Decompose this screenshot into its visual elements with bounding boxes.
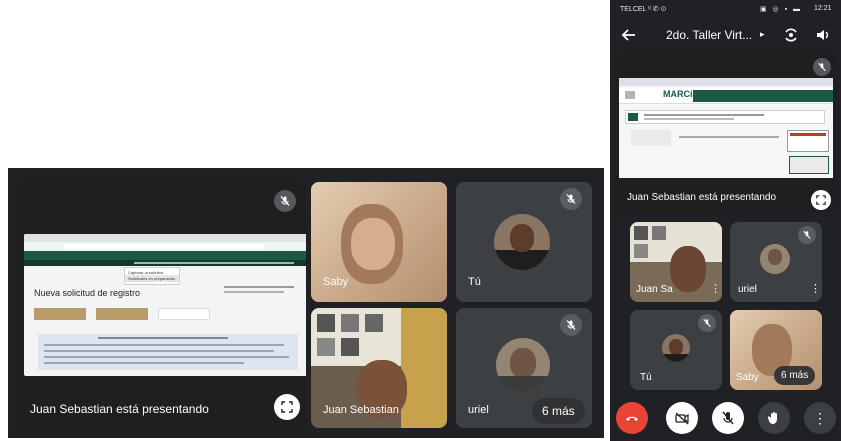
mic-off-icon [798, 226, 816, 244]
presentation-tile[interactable]: Capturar la solicitud Solicitudes en pre… [16, 182, 306, 428]
mic-off-icon [560, 188, 582, 210]
presenter-label: Juan Sebastian está presentando [30, 402, 209, 416]
participant-name: uriel [738, 284, 757, 295]
fullscreen-icon[interactable] [811, 190, 831, 210]
chevron-right-icon[interactable]: ▸ [760, 29, 765, 40]
phone-meet-window: TELCEL ᵗˡ ✆ ⊙ ▣ ◎ ▪ ▬ 12:21 2do. Taller … [610, 0, 841, 441]
phone-tile-self[interactable]: Tú [630, 310, 722, 390]
participant-name: Tú [468, 276, 481, 288]
participant-name: uriel [468, 404, 489, 416]
participant-name: Juan Sa [636, 284, 673, 295]
end-call-button[interactable] [616, 402, 648, 434]
more-vert-icon: ⋮ [813, 409, 827, 426]
participant-tile-self[interactable]: Tú [456, 182, 592, 302]
participant-tile-juan[interactable]: Juan Sebastian [311, 308, 447, 428]
phone-header: 2do. Taller Virt... ▸ [610, 18, 841, 52]
status-bar: TELCEL ᵗˡ ✆ ⊙ ▣ ◎ ▪ ▬ 12:21 [610, 0, 841, 18]
menu-item-solicitudes[interactable]: Solicitudes en preparación [125, 275, 179, 282]
call-controls-bar: ⋮ [610, 396, 841, 441]
speaker-icon[interactable] [814, 26, 832, 44]
mic-off-button[interactable] [712, 402, 744, 434]
meeting-title[interactable]: 2do. Taller Virt... [666, 28, 752, 42]
participant-name: Juan Sebastian [323, 404, 399, 416]
participant-tile-saby[interactable]: Saby [311, 182, 447, 302]
more-participants-button[interactable]: 6 más [774, 366, 816, 385]
menu-item-capturar[interactable]: Capturar la solicitud [125, 268, 179, 275]
status-icons: ▣ ◎ ▪ ▬ [760, 6, 803, 13]
participant-name: Tú [640, 372, 652, 383]
participant-name: Saby [323, 276, 349, 288]
shared-screen: Capturar la solicitud Solicitudes en pre… [24, 234, 306, 376]
page-heading: Nueva solicitud de registro [34, 288, 141, 298]
status-time: 12:21 [814, 5, 832, 12]
presenter-label: Juan Sebastian está presentando [627, 192, 776, 203]
more-options-button[interactable]: ⋮ [804, 402, 836, 434]
avatar [760, 244, 790, 274]
more-participants-button[interactable]: 6 más [532, 398, 585, 424]
site-header [24, 251, 306, 260]
phone-presentation-tile[interactable]: MARCia Juan Sebastian está presentando [615, 54, 837, 212]
camera-off-button[interactable] [666, 402, 698, 434]
participant-name: Saby [736, 372, 759, 383]
mic-off-icon [560, 314, 582, 336]
step-1 [34, 308, 86, 320]
phone-tile-uriel[interactable]: uriel ⋮ [730, 222, 822, 302]
participant-tile-uriel[interactable]: uriel 6 más [456, 308, 592, 428]
more-vert-icon[interactable]: ⋮ [710, 282, 721, 295]
raise-hand-button[interactable] [758, 402, 790, 434]
phone-shared-screen: MARCia [619, 78, 833, 178]
status-carrier: TELCEL ᵗˡ ✆ ⊙ [620, 6, 667, 13]
phone-tile-saby[interactable]: Saby 6 más [730, 310, 822, 390]
back-arrow-icon[interactable] [620, 26, 638, 44]
more-vert-icon[interactable]: ⋮ [810, 282, 821, 295]
browser-tabstrip [24, 234, 306, 242]
browser-address-bar [24, 242, 306, 251]
mic-off-icon [813, 58, 831, 76]
screenshot-root: Capturar la solicitud Solicitudes en pre… [0, 0, 841, 441]
info-box [38, 334, 298, 370]
step-2 [96, 308, 148, 320]
fullscreen-icon[interactable] [274, 394, 300, 420]
avatar [662, 334, 690, 362]
avatar [494, 214, 550, 270]
site-nav [24, 260, 306, 266]
desktop-meet-window: Capturar la solicitud Solicitudes en pre… [8, 168, 604, 438]
phone-tile-juan[interactable]: Juan Sa ⋮ [630, 222, 722, 302]
mic-off-icon [698, 314, 716, 332]
step-3 [158, 308, 210, 320]
dropdown-menu: Capturar la solicitud Solicitudes en pre… [124, 267, 180, 285]
switch-camera-icon[interactable] [782, 26, 800, 44]
mic-off-icon [274, 190, 296, 212]
avatar [496, 338, 550, 392]
